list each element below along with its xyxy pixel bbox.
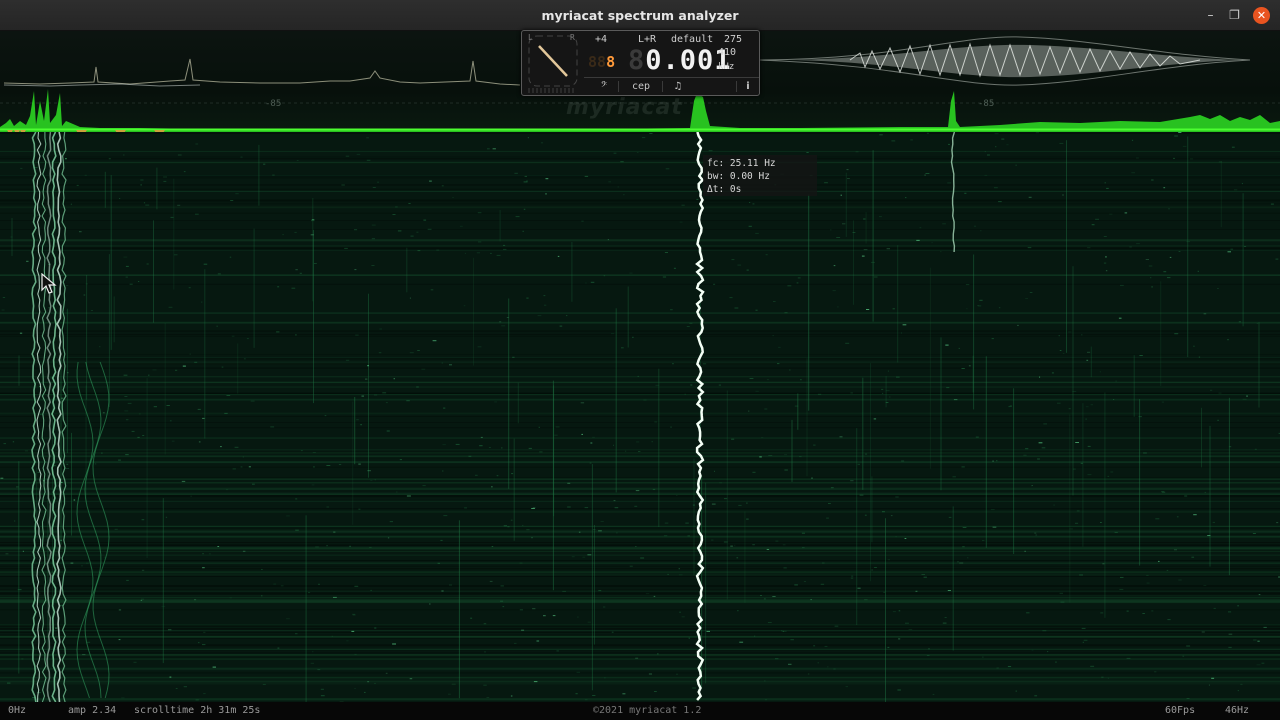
close-button[interactable]: ✕ [1253,7,1270,24]
status-min-frequency: 0Hz [8,705,27,716]
octave-digit: 8 [606,53,616,71]
control-panel: L R +4 L+R default 275 888 80.001 410 kH… [521,30,760,96]
readout-bandwidth: bw: 0.00 Hz [707,171,770,182]
status-bar: 0Hz amp 2.34 scrolltime 2h 31m 25s ©2021… [0,702,1280,720]
db-label-right: -85 [978,99,995,109]
preset-value: 275 [724,34,743,45]
channel-left-label: L [528,33,533,42]
octave-display: 888 [588,53,615,71]
readout-time-delta: Δt: 0s [707,184,742,195]
panel-divider [584,77,759,78]
readout-center-frequency: fc: 25.11 Hz [707,158,776,169]
frequency-ghost-digit: 8 [628,45,646,76]
info-button[interactable]: i [736,79,756,94]
cursor-readout: fc: 25.11 Hz bw: 0.00 Hz Δt: 0s [703,155,817,196]
cepstrum-button[interactable]: cep [618,79,660,94]
channel-right-label: R [570,33,575,42]
waveform-envelope [759,36,1251,86]
reference-pitch[interactable]: 410 [718,47,736,58]
clef-button[interactable]: 𝄢 [592,79,616,94]
mouse-pointer-icon [41,273,57,294]
octave-ghost: 88 [588,53,607,71]
minimize-button[interactable]: – [1203,8,1218,23]
spectrogram-canvas[interactable] [0,132,1280,702]
status-fps: 60Fps [1165,705,1196,716]
frequency-display: 80.001 [628,45,732,76]
status-copyright: ©2021 myriacat 1.2 [593,705,702,716]
note-button[interactable]: ♫ [662,79,690,94]
maximize-button[interactable]: ❐ [1227,8,1242,23]
history-trace [3,58,521,86]
title-bar: myriacat spectrum analyzer – ❐ ✕ [0,0,1280,31]
stereo-dial-icon[interactable] [527,34,579,90]
transpose-value[interactable]: +4 [595,34,607,45]
channel-mode[interactable]: L+R [638,34,656,45]
frequency-unit: kHz [718,62,735,72]
status-scrolltime: scrolltime 2h 31m 25s [134,705,261,716]
status-amplitude: amp 2.34 [68,705,117,716]
level-meter [528,88,576,93]
db-label-left: -85 [265,99,282,109]
preset-name[interactable]: default [671,34,713,45]
watermark: myriacat [566,95,683,120]
window-title: myriacat spectrum analyzer [541,8,739,23]
status-max-frequency: 46Hz [1225,705,1250,716]
spectrogram[interactable] [0,132,1280,702]
